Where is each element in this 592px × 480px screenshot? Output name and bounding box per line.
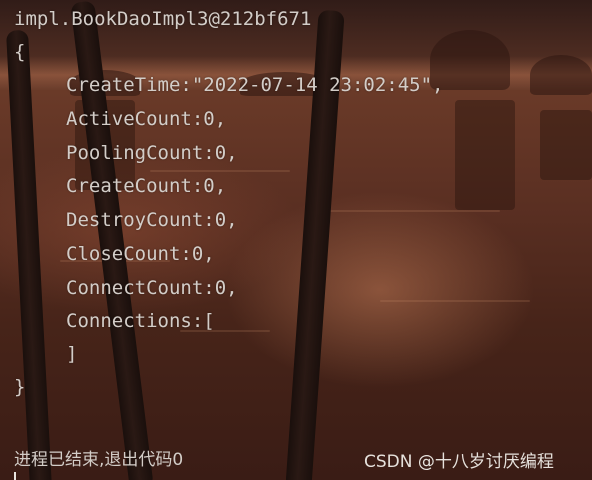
- field-active-count: ActiveCount:0,: [66, 108, 227, 130]
- close-bracket: ]: [66, 343, 78, 365]
- console-output: impl.BookDaoImpl3@212bf671 { CreateTime:…: [0, 0, 592, 480]
- text-cursor: [14, 472, 16, 480]
- console-window: impl.BookDaoImpl3@212bf671 { CreateTime:…: [0, 0, 592, 480]
- field-pooling-count: PoolingCount:0,: [66, 142, 238, 164]
- field-connect-count: ConnectCount:0,: [66, 277, 238, 299]
- field-destroy-count: DestroyCount:0,: [66, 209, 238, 231]
- field-close-count: CloseCount:0,: [66, 243, 215, 265]
- csdn-watermark: CSDN @十八岁讨厌编程: [364, 452, 554, 472]
- close-brace: }: [14, 376, 26, 398]
- object-header: impl.BookDaoImpl3@212bf671: [14, 8, 312, 30]
- exit-message: 进程已结束,退出代码0: [14, 450, 184, 470]
- open-brace: {: [14, 41, 26, 63]
- field-connections: Connections:[: [66, 310, 215, 332]
- field-create-count: CreateCount:0,: [66, 175, 227, 197]
- field-create-time: CreateTime:"2022-07-14 23:02:45",: [66, 74, 444, 96]
